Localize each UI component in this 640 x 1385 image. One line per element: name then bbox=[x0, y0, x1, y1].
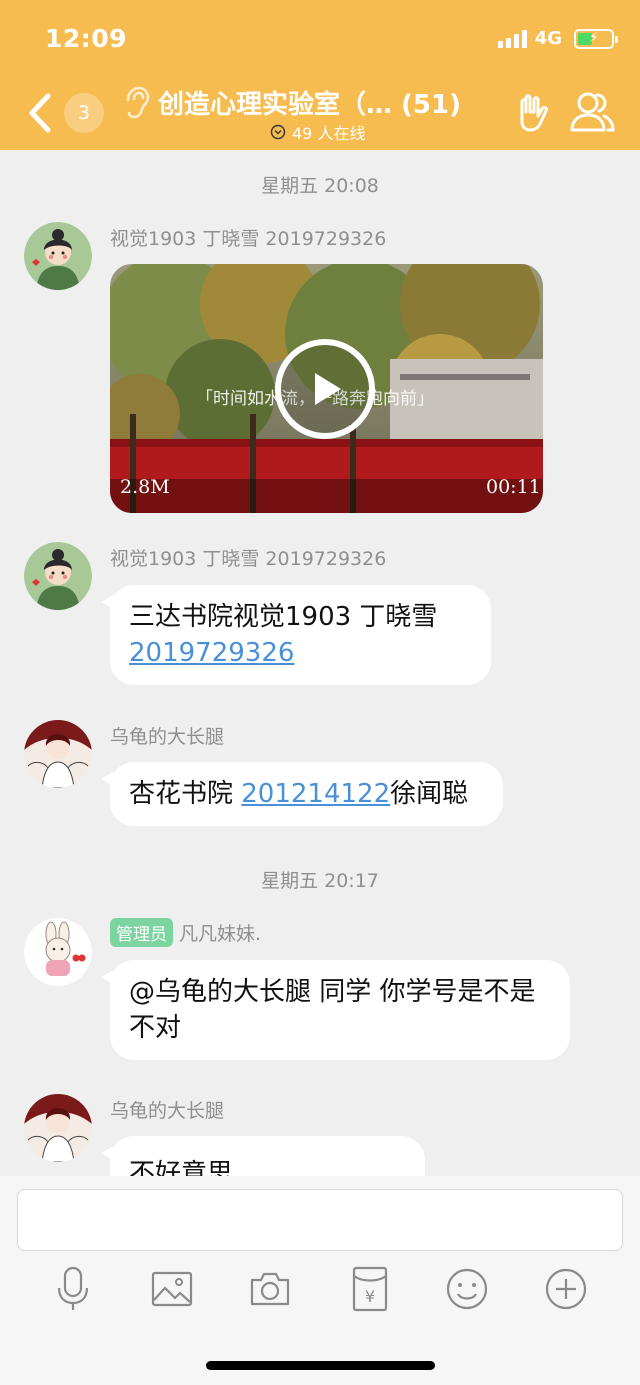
unread-badge[interactable]: 3 bbox=[64, 93, 104, 133]
message-input[interactable] bbox=[17, 1189, 623, 1251]
admin-badge: 管理员 bbox=[110, 918, 173, 947]
message-text: @乌龟的大长腿 同学 你学号是不是不对 bbox=[129, 977, 536, 1043]
sender-name: 乌龟的大长腿 bbox=[110, 1100, 225, 1122]
timestamp-separator: 星期五 20:08 bbox=[261, 175, 379, 197]
message-text: 杏花书院 bbox=[129, 779, 242, 809]
avatar[interactable] bbox=[24, 918, 92, 986]
message-bubble[interactable]: 杏花书院 201214122徐闻聪 bbox=[101, 762, 503, 826]
status-time: 12:09 bbox=[45, 24, 128, 53]
avatar[interactable] bbox=[24, 542, 92, 610]
sender-name: 凡凡妹妹. bbox=[179, 923, 262, 945]
video-duration: 00:11 bbox=[486, 476, 541, 498]
message-text: 徐闻聪 bbox=[390, 779, 469, 809]
sender-name: 视觉1903 丁晓雪 2019729326 bbox=[110, 228, 387, 250]
chat-header: 12:09 4G ⚡ 3 创造心理实验室（… (51) 49 人在线 bbox=[0, 0, 640, 150]
image-icon[interactable] bbox=[151, 1266, 193, 1312]
message-bubble[interactable]: 不好意思 2019214122 bbox=[101, 1136, 425, 1176]
message-bubble[interactable]: @乌龟的大长腿 同学 你学号是不是不对 bbox=[101, 960, 570, 1060]
message-bubble[interactable]: 三达书院视觉1903 丁晓雪 2019729326 bbox=[101, 585, 491, 685]
home-indicator[interactable] bbox=[206, 1361, 435, 1370]
avatar[interactable] bbox=[24, 720, 92, 788]
sender-name: 视觉1903 丁晓雪 2019729326 bbox=[110, 548, 387, 570]
group-members-icon[interactable] bbox=[568, 90, 616, 134]
ear-icon bbox=[126, 86, 150, 119]
sender-line: 管理员 凡凡妹妹. bbox=[110, 918, 261, 947]
plus-icon[interactable] bbox=[545, 1266, 587, 1312]
red-packet-icon[interactable]: ¥ bbox=[349, 1266, 391, 1312]
chevron-down-icon bbox=[270, 124, 286, 140]
back-icon[interactable] bbox=[22, 88, 62, 138]
message-text: 不好意思 bbox=[129, 1159, 234, 1176]
emoji-icon[interactable] bbox=[446, 1266, 488, 1312]
message-text: 三达书院视觉1903 丁晓雪 bbox=[129, 602, 438, 632]
chat-title[interactable]: 创造心理实验室（… (51) bbox=[158, 84, 461, 121]
hand-icon[interactable] bbox=[514, 92, 552, 132]
timestamp-separator: 星期五 20:17 bbox=[261, 870, 379, 892]
microphone-icon[interactable] bbox=[52, 1266, 94, 1312]
svg-text:¥: ¥ bbox=[365, 1287, 375, 1306]
network-type: 4G bbox=[534, 28, 562, 49]
video-size: 2.8M bbox=[120, 476, 170, 498]
play-icon[interactable] bbox=[273, 337, 377, 441]
message-link[interactable]: 201214122 bbox=[241, 779, 390, 809]
battery-icon: ⚡ bbox=[574, 28, 618, 49]
camera-icon[interactable] bbox=[249, 1266, 291, 1312]
online-status[interactable]: 49 人在线 bbox=[270, 120, 365, 144]
status-indicators: 4G ⚡ bbox=[497, 28, 618, 49]
signal-icon bbox=[497, 29, 527, 48]
sender-name: 乌龟的大长腿 bbox=[110, 726, 225, 748]
message-list-clip: 不好意思 2019214122 bbox=[0, 1136, 640, 1176]
online-count: 49 人在线 bbox=[292, 124, 366, 143]
message-link[interactable]: 2019729326 bbox=[129, 638, 294, 668]
avatar[interactable] bbox=[24, 222, 92, 290]
